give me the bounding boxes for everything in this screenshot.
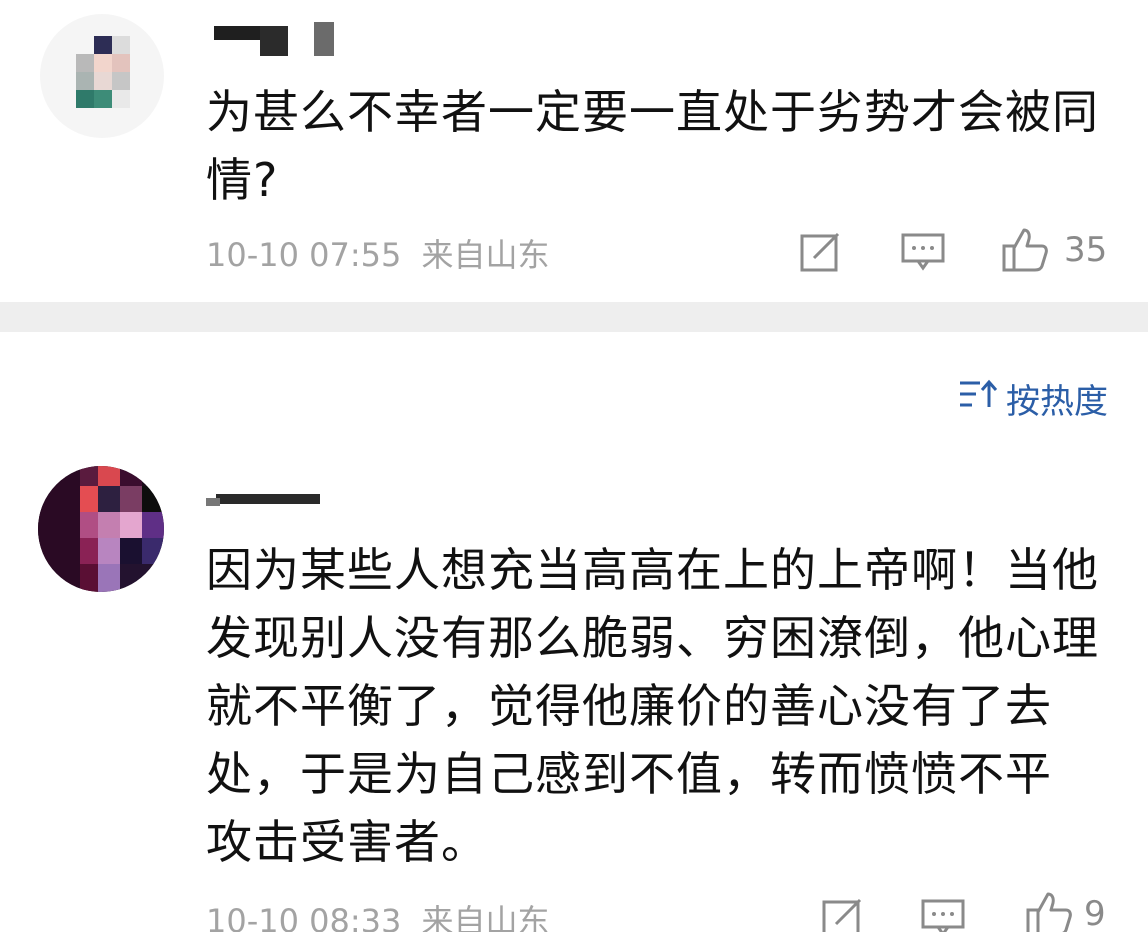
comment-button[interactable] — [900, 230, 946, 274]
comment-location: 来自山东 — [421, 902, 550, 932]
comment-location: 来自山东 — [421, 236, 550, 274]
comment-timestamp: 10-10 07:55 — [206, 236, 402, 274]
thumbs-up-icon — [1024, 890, 1074, 932]
thumbs-up-icon — [1000, 226, 1050, 274]
like-button[interactable]: 9 — [1024, 890, 1106, 932]
avatar[interactable] — [38, 466, 164, 592]
redaction-block — [260, 26, 288, 56]
comment-button[interactable] — [920, 896, 966, 932]
comment-text: 因为某些人想充当高高在上的上帝啊！当他发现别人没有那么脆弱、穷困潦倒，他心理就不… — [206, 543, 1099, 869]
redaction-block — [206, 498, 220, 506]
sort-label: 按热度 — [1006, 382, 1108, 422]
share-edit-icon — [820, 896, 864, 932]
redaction-block — [216, 494, 320, 504]
redaction-block — [314, 22, 334, 56]
sort-toggle[interactable]: 按热度 — [958, 374, 1108, 423]
sort-icon — [958, 377, 998, 420]
comment-text: 为甚么不幸者一定要一直处于劣势才会被同情? — [206, 85, 1099, 207]
comment-timestamp: 10-10 08:33 — [206, 902, 402, 932]
comment-page: 为甚么不幸者一定要一直处于劣势才会被同情? 10-10 07:55 来自山东 3… — [0, 0, 1148, 932]
share-button[interactable] — [798, 230, 842, 274]
like-count: 35 — [1064, 230, 1108, 270]
username-redacted[interactable] — [206, 490, 324, 506]
comment-meta: 10-10 07:55 来自山东 — [206, 230, 550, 276]
avatar[interactable] — [40, 14, 164, 138]
like-count: 9 — [1084, 894, 1106, 932]
comment-icon — [900, 230, 946, 274]
section-divider — [0, 302, 1148, 332]
comment-icon — [920, 896, 966, 932]
share-button[interactable] — [820, 896, 864, 932]
share-edit-icon — [798, 230, 842, 274]
comment-meta: 10-10 08:33 来自山东 — [206, 896, 550, 932]
like-button[interactable]: 35 — [1000, 226, 1107, 274]
comment-card: 为甚么不幸者一定要一直处于劣势才会被同情? 10-10 07:55 来自山东 3… — [0, 0, 1148, 302]
